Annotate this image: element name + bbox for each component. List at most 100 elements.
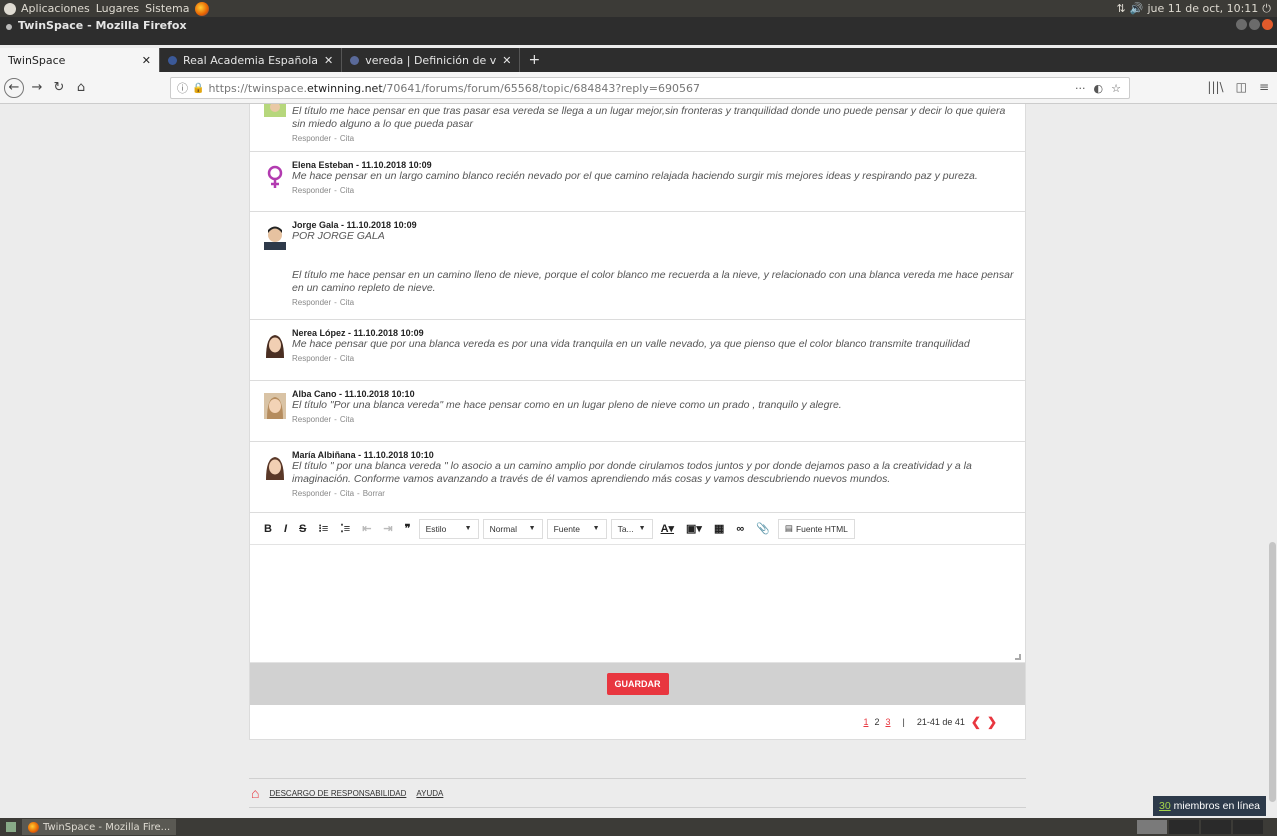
home-button[interactable]: ⌂ [70,77,92,99]
online-members-badge[interactable]: 30 miembros en línea [1153,796,1266,816]
delete-link[interactable]: Borrar [363,489,385,498]
minimize-button[interactable] [1236,19,1247,30]
next-page-icon[interactable]: ❯ [987,715,997,729]
post-actions: Responder - Cita [292,134,355,143]
quote-link[interactable]: Cita [340,298,354,307]
close-tab-icon[interactable]: ✕ [142,54,151,67]
online-label: miembros en línea [1173,800,1260,812]
tab-twinspace[interactable]: TwinSpace ✕ [0,48,160,72]
quote-link[interactable]: Cita [340,134,354,143]
indent-icon[interactable]: ⇥ [379,520,396,537]
reply-link[interactable]: Responder [292,415,331,424]
page-link-2[interactable]: 2 [874,717,879,727]
home-icon[interactable]: ⌂ [251,785,259,801]
back-button[interactable]: ← [4,77,24,98]
volume-icon[interactable]: 🔊 [1130,2,1144,15]
blockquote-icon[interactable]: ❞ [401,520,415,537]
post-body: El título " por una blanca vereda " lo a… [292,460,972,485]
page-footer: ⌂ DESCARGO DE RESPONSABILIDAD AYUDA [249,778,1026,808]
sidebar-icon[interactable]: ◫ [1236,80,1247,94]
save-button[interactable]: GUARDAR [606,673,669,695]
workspace-1[interactable] [1137,820,1167,834]
page-scrollbar[interactable] [1267,104,1277,818]
maximize-button[interactable] [1249,19,1260,30]
pocket-icon[interactable]: ◐ [1094,82,1104,95]
scroll-thumb[interactable] [1269,542,1276,802]
online-count[interactable]: 30 [1159,800,1171,812]
format-select[interactable]: Normal ▼ [482,518,543,539]
source-icon: ▤ [784,523,793,533]
url-bar[interactable]: ⓘ 🔒 https://twinspace. etwinning.net/7064… [170,77,1130,99]
link-icon[interactable]: ∞ [732,521,748,537]
menu-aplicaciones[interactable]: Aplicaciones [18,2,93,15]
tab-rae[interactable]: Real Academia Española ✕ [160,48,343,72]
quote-link[interactable]: Cita [340,489,354,498]
reply-link[interactable]: Responder [292,134,331,143]
close-tab-icon[interactable]: ✕ [502,54,511,67]
attachment-icon[interactable]: 📎 [752,520,774,537]
outdent-icon[interactable]: ⇤ [358,520,375,537]
size-select[interactable]: Ta... ▼ [610,518,653,539]
page-link-3[interactable]: 3 [885,717,890,727]
quote-link[interactable]: Cita [340,415,354,424]
workspace-2[interactable] [1169,820,1199,834]
workspace-3[interactable] [1201,820,1231,834]
table-icon[interactable]: ▦ [710,520,728,537]
clock[interactable]: jue 11 de oct, 10:11 [1147,2,1258,15]
quote-link[interactable]: Cita [340,186,354,195]
page-actions-icon[interactable]: ··· [1075,82,1086,95]
quote-link[interactable]: Cita [340,354,354,363]
chevron-down-icon: ▼ [464,525,472,532]
menu-sistema[interactable]: Sistema [142,2,192,15]
post-actions: Responder - Cita [292,354,355,363]
reply-link[interactable]: Responder [292,354,331,363]
applications-icon[interactable] [4,2,16,15]
style-select[interactable]: Estilo ▼ [418,518,479,539]
taskbar-firefox[interactable]: TwinSpace - Mozilla Fire... [22,819,177,835]
background-color-button[interactable]: ▣▾ [682,520,706,537]
reply-link[interactable]: Responder [292,298,331,307]
power-icon[interactable]: ⏻ [1262,2,1271,16]
tab-vereda[interactable]: vereda | Definición de v ✕ [342,48,521,72]
close-tab-icon[interactable]: ✕ [324,54,333,67]
network-icon[interactable]: ⇅ [1117,2,1126,15]
close-window-button[interactable] [1262,19,1273,30]
disclaimer-link[interactable]: DESCARGO DE RESPONSABILIDAD [269,789,406,798]
avatar [264,226,286,250]
new-tab-button[interactable]: + [520,48,548,72]
font-select[interactable]: Fuente ▼ [546,518,607,539]
post-body-signature: POR JORGE GALA [292,230,385,242]
workspace-4[interactable] [1233,820,1263,834]
text-color-button[interactable]: A▾ [657,520,678,537]
female-symbol-icon [267,165,283,188]
rae-favicon-icon [168,55,177,65]
menu-lugares[interactable]: Lugares [93,2,142,15]
resize-handle[interactable] [1015,654,1021,660]
bold-button[interactable]: B [260,521,276,537]
prev-page-icon[interactable]: ❮ [971,715,981,729]
reply-link[interactable]: Responder [292,489,331,498]
url-domain: etwinning.net [307,81,383,95]
strikethrough-button[interactable]: S [295,521,310,537]
avatar [266,335,284,358]
reload-button[interactable]: ↻ [48,77,70,99]
source-html-button[interactable]: ▤ Fuente HTML [777,518,855,539]
window-title-bar: TwinSpace - Mozilla Firefox [0,17,1277,45]
firefox-launcher-icon[interactable] [195,1,210,16]
numbered-list-icon[interactable]: ⁝≡ [314,520,332,537]
editor-text-area[interactable] [250,545,1025,663]
window-menu-icon[interactable] [6,24,12,30]
help-link[interactable]: AYUDA [416,789,443,798]
reply-link[interactable]: Responder [292,186,331,195]
bookmark-star-icon[interactable]: ☆ [1111,82,1121,95]
hamburger-menu-icon[interactable]: ≡ [1259,80,1269,94]
lock-icon[interactable]: 🔒 [192,83,204,94]
library-icon[interactable]: |||\ [1207,80,1223,94]
bulleted-list-icon[interactable]: ⁚≡ [336,520,354,537]
italic-button[interactable]: I [280,521,291,537]
page-link-1[interactable]: 1 [863,717,868,727]
info-icon[interactable]: ⓘ [177,80,188,96]
forward-button[interactable]: → [26,77,48,99]
show-desktop-icon[interactable] [6,822,16,832]
post-author: Jorge Gala - 11.10.2018 10:09 [292,220,417,230]
